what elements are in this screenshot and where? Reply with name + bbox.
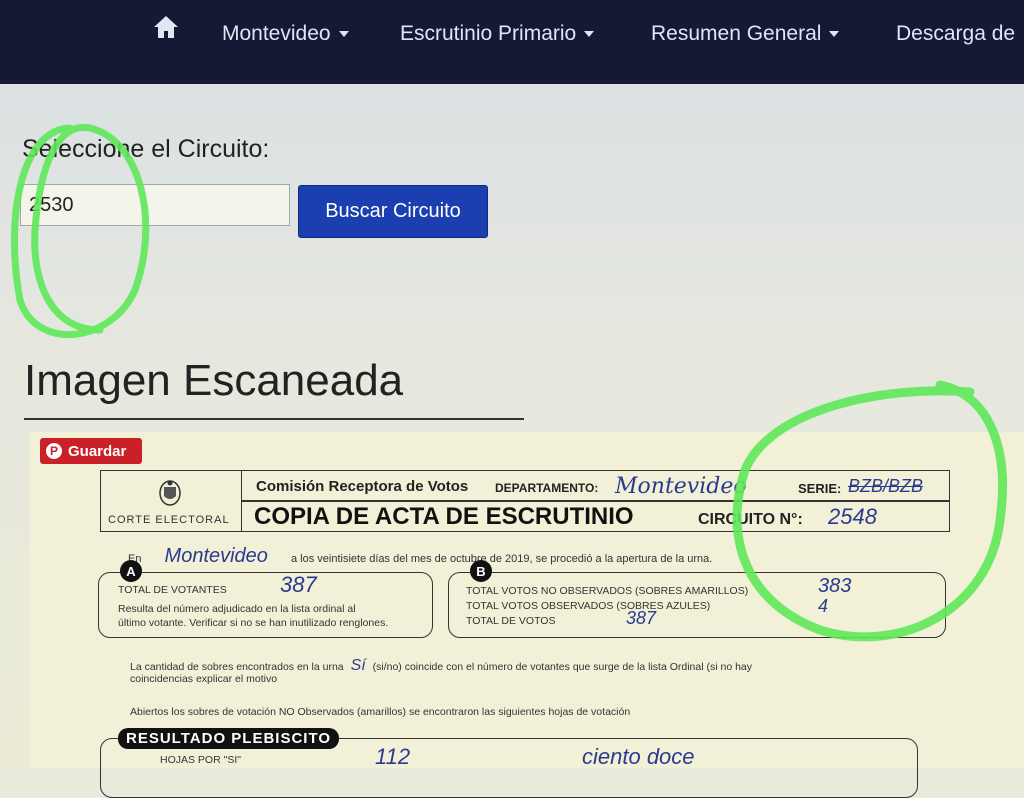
circuit-input[interactable]: [20, 184, 290, 226]
cantidad-line-2: coincidencias explicar el motivo: [130, 673, 278, 685]
circuito-label: CIRCUITO N°:: [698, 511, 803, 528]
cantidad-text-1: La cantidad de sobres encontrados en la …: [130, 661, 344, 673]
pinterest-save-button[interactable]: P Guardar: [40, 438, 142, 464]
hojas-si-label: HOJAS POR "SI": [160, 754, 241, 766]
serie-label: SERIE:: [798, 481, 842, 496]
nav-item-montevideo[interactable]: Montevideo: [222, 22, 349, 46]
caret-down-icon: [829, 31, 840, 38]
section-title: Imagen Escaneada: [24, 356, 404, 405]
handwritten-place: Montevideo: [164, 545, 268, 567]
votos-no-observados-label: TOTAL VOTOS NO OBSERVADOS (SOBRES AMARIL…: [466, 585, 749, 597]
hojas-si-value: 112: [375, 744, 411, 769]
nav-item-label: Descarga de: [896, 22, 1016, 45]
section-divider: [24, 418, 524, 420]
circuit-select-label: Seleccione el Circuito:: [22, 135, 270, 163]
departamento-label: DEPARTAMENTO:: [495, 481, 599, 495]
badge-a: A: [120, 560, 142, 582]
save-label: Guardar: [68, 442, 127, 460]
votantes-note-2: último votante. Verificar si no se han i…: [118, 617, 389, 629]
votos-no-observados-value: 383: [818, 575, 852, 597]
header-divider: [242, 500, 950, 502]
abiertos-line: Abiertos los sobres de votación NO Obser…: [130, 706, 631, 718]
total-votos-label: TOTAL DE VOTOS: [466, 615, 556, 627]
nav-item-label: Escrutinio Primario: [400, 22, 577, 45]
comision-label: Comisión Receptora de Votos: [256, 478, 469, 495]
cantidad-text-2: (si/no) coincide con el número de votant…: [372, 661, 752, 673]
total-votantes-value: 387: [280, 572, 317, 597]
nav-item-label: Resumen General: [651, 22, 822, 45]
departamento-value: Montevideo: [615, 474, 747, 499]
circuito-value: 2548: [828, 504, 877, 529]
total-votos-value: 387: [626, 608, 657, 628]
nav-item-resumen-general[interactable]: Resumen General: [651, 22, 840, 46]
badge-b: B: [470, 560, 492, 582]
acta-title: COPIA DE ACTA DE ESCRUTINIO: [254, 503, 634, 530]
nav-item-escrutinio-primario[interactable]: Escrutinio Primario: [400, 22, 595, 46]
nav-item-descarga[interactable]: Descarga de: [896, 22, 1015, 46]
resultado-title: RESULTADO PLEBISCITO: [118, 728, 340, 749]
hojas-si-words: ciento doce: [582, 744, 695, 769]
total-votantes-label: TOTAL DE VOTANTES: [118, 584, 227, 596]
votos-observados-label: TOTAL VOTOS OBSERVADOS (SOBRES AZULES): [466, 600, 711, 612]
votantes-note-1: Resulta del número adjudicado en la list…: [118, 603, 356, 615]
caret-down-icon: [584, 31, 595, 38]
votos-observados-value: 4: [818, 596, 829, 616]
home-icon[interactable]: [152, 14, 180, 40]
en-suffix: a los veintisiete días del mes de octubr…: [291, 553, 713, 565]
seal-icon: [159, 480, 181, 506]
cantidad-handwritten: Sí: [350, 657, 366, 674]
caret-down-icon: [338, 31, 349, 38]
pinterest-icon: P: [46, 443, 62, 459]
top-navbar: Montevideo Escrutinio Primario Resumen G…: [0, 0, 1024, 84]
opening-statement: En Montevideo a los veintisiete días del…: [128, 545, 712, 568]
serie-value: BZB/BZB: [848, 476, 924, 496]
search-circuit-button[interactable]: Buscar Circuito: [298, 185, 488, 238]
nav-item-label: Montevideo: [222, 22, 331, 45]
seal-label: CORTE ELECTORAL: [108, 514, 230, 526]
